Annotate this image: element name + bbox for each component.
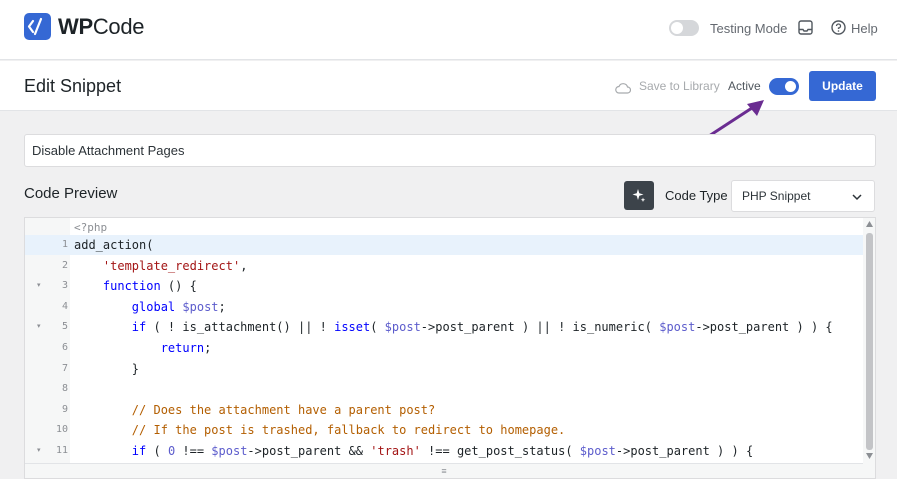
code-preview-title: Code Preview <box>24 185 118 202</box>
code-line[interactable]: ▾ 3 function () { <box>25 276 863 296</box>
code-line[interactable]: ▾ 11 if ( 0 !== $post->post_parent && 'tr… <box>25 441 863 461</box>
line-number: 7 <box>61 362 68 374</box>
line-number: 4 <box>61 300 68 312</box>
code-text: // Does the attachment have a parent pos… <box>131 402 436 417</box>
update-button[interactable]: Update <box>809 71 876 101</box>
code-text: return; <box>160 341 212 355</box>
chevron-down-icon <box>852 194 862 201</box>
scroll-up-icon <box>866 221 873 227</box>
line-number: 2 <box>61 259 68 271</box>
line-number: 8 <box>61 383 68 395</box>
code-line[interactable]: ▾ 5 if ( ! is_attachment() || ! isset( $p… <box>25 317 863 337</box>
line-number: 11 <box>55 445 68 456</box>
line-number: 6 <box>61 342 68 353</box>
code-text: if ( 0 !== $post->post_parent && 'trash'… <box>131 444 754 458</box>
scroll-down-icon <box>866 453 873 459</box>
top-bar: WPCode Testing Mode Help <box>0 0 897 60</box>
line-number: 10 <box>55 424 68 436</box>
cloud-icon <box>615 81 632 94</box>
code-line[interactable]: 9 // Does the attachment have a parent p… <box>25 400 863 420</box>
snippet-title-input[interactable]: Disable Attachment Pages <box>24 134 876 167</box>
code-editor[interactable]: <?php 1 add_action( 2 'template_redirect',… <box>24 217 876 479</box>
code-line[interactable]: 1 add_action( <box>25 235 863 255</box>
wpcode-logo-icon <box>24 13 51 40</box>
code-line[interactable]: 7 } <box>25 359 863 379</box>
code-type-select[interactable]: PHP Snippet <box>731 180 875 212</box>
php-open-tag: <?php <box>74 221 108 234</box>
brand-name: WPCode <box>58 14 145 39</box>
code-text: // If the post is trashed, fallback to r… <box>131 423 566 438</box>
line-number: 9 <box>61 403 68 415</box>
help-icon[interactable] <box>831 20 846 35</box>
editor-scrollbar[interactable] <box>863 218 875 478</box>
code-line[interactable]: 4 global $post; <box>25 297 863 317</box>
line-number: 3 <box>61 280 68 292</box>
page-title: Edit Snippet <box>24 76 122 96</box>
save-to-library-button[interactable]: Save to Library <box>639 79 720 93</box>
sparkle-icon <box>632 189 646 202</box>
code-text: if ( ! is_attachment() || ! isset( $post… <box>131 320 833 335</box>
code-text: function () { <box>102 279 197 294</box>
editor-resize-handle[interactable]: ≡ <box>25 463 863 478</box>
code-line[interactable]: 2 'template_redirect', <box>25 256 863 276</box>
code-type-value: PHP Snippet <box>742 189 811 203</box>
code-line[interactable]: 8 <box>25 379 863 399</box>
code-type-label: Code Type <box>665 188 728 203</box>
line-number: 1 <box>61 239 68 250</box>
testing-mode-toggle[interactable] <box>669 20 699 36</box>
active-label: Active <box>728 79 761 93</box>
inbox-icon[interactable] <box>798 20 813 35</box>
testing-mode-label[interactable]: Testing Mode <box>710 21 787 36</box>
scroll-thumb[interactable] <box>866 233 873 450</box>
code-text: add_action( <box>74 238 154 252</box>
code-line[interactable]: 10 // If the post is trashed, fallback t… <box>25 420 863 440</box>
code-line[interactable]: 6 return; <box>25 338 863 358</box>
line-number: 5 <box>61 321 68 333</box>
ai-generate-button[interactable] <box>624 181 654 210</box>
active-toggle[interactable] <box>769 78 799 95</box>
code-text: 'template_redirect', <box>102 258 248 273</box>
code-text: global $post; <box>131 299 226 314</box>
code-text: } <box>74 361 140 376</box>
help-link[interactable]: Help <box>851 21 878 36</box>
